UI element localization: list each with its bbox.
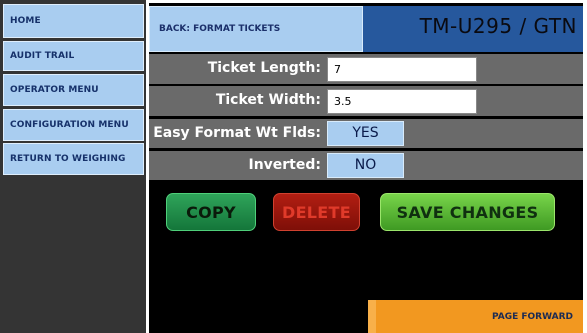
easy-format-row: Easy Format Wt Flds: YES (149, 119, 583, 148)
delete-button[interactable]: DELETE (273, 193, 360, 231)
copy-button[interactable]: COPY (166, 193, 256, 231)
nav-return-to-weighing-button[interactable]: RETURN TO WEIGHING (3, 143, 144, 175)
ticket-length-input[interactable]: 7 (327, 57, 477, 82)
ticket-width-label: Ticket Width: (215, 92, 321, 108)
back-format-tickets-button[interactable]: BACK: FORMAT TICKETS (149, 6, 363, 52)
model-bar: TM-U295 / GTN (363, 6, 583, 52)
page-forward-button[interactable]: PAGE FORWARD (368, 300, 583, 333)
nav-audit-trail-button[interactable]: AUDIT TRAIL (3, 41, 144, 71)
ticket-length-label: Ticket Length: (207, 60, 321, 76)
ticket-width-input[interactable]: 3.5 (327, 89, 477, 114)
inverted-row: Inverted: NO (149, 151, 583, 180)
save-changes-button[interactable]: SAVE CHANGES (380, 193, 555, 231)
inverted-label: Inverted: (248, 157, 321, 173)
printer-model-label: TM-U295 / GTN (419, 14, 577, 38)
nav-home-button[interactable]: HOME (3, 4, 144, 38)
ticket-length-row: Ticket Length: 7 (149, 54, 583, 84)
nav-configuration-menu-button[interactable]: CONFIGURATION MENU (3, 109, 144, 141)
nav-operator-menu-button[interactable]: OPERATOR MENU (3, 74, 144, 106)
sidebar: HOME AUDIT TRAIL OPERATOR MENU CONFIGURA… (0, 0, 146, 333)
easy-format-toggle[interactable]: YES (327, 121, 404, 146)
ticket-width-row: Ticket Width: 3.5 (149, 86, 583, 116)
page-forward-notch (368, 300, 376, 333)
main-panel: BACK: FORMAT TICKETS TM-U295 / GTN Ticke… (149, 3, 583, 333)
easy-format-label: Easy Format Wt Flds: (153, 125, 321, 141)
inverted-toggle[interactable]: NO (327, 153, 404, 178)
